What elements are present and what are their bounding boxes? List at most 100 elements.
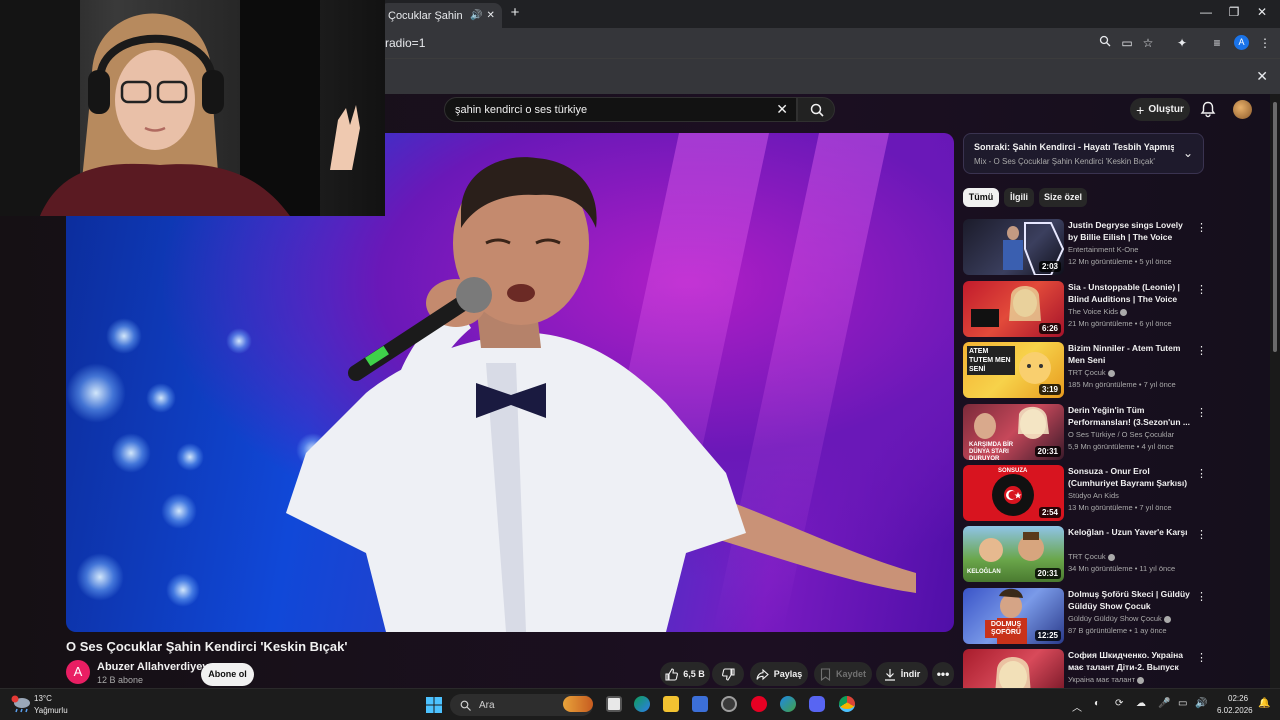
onedrive-icon[interactable]: ☁ [1136,698,1146,709]
search-highlight-icon[interactable] [563,696,593,712]
cast-icon[interactable]: ▭ [1119,35,1135,51]
recommendation-item[interactable]: 2:03 Justin Degryse sings Lovely by Bill… [963,219,1213,275]
scrollbar-thumb[interactable] [1273,102,1277,352]
upload-age: 7 yıl önce [1143,380,1176,389]
microphone-icon[interactable]: 🎤 [1158,698,1170,709]
volume-icon[interactable]: 🔊 [1195,698,1207,709]
search-icon [460,700,471,711]
save-label: Kaydet [835,669,866,679]
like-button[interactable]: 6,5 B [660,662,710,686]
dislike-button[interactable] [712,662,744,686]
tray-chevron-icon[interactable]: ︿ [1072,699,1082,714]
verified-icon [1120,308,1128,316]
notification-center-icon[interactable]: 🔔 [1258,698,1270,709]
video-thumbnail[interactable]: 2:03 [963,219,1064,275]
share-button[interactable]: Paylaş [750,662,808,686]
verified-icon [1137,676,1144,684]
chip-for-you[interactable]: Size özel [1039,188,1087,207]
search-input[interactable]: şahin kendirci o ses türkiye ✕ [444,97,797,122]
bookmark-star-icon[interactable]: ☆ [1140,35,1156,51]
browser-profile-avatar[interactable]: A [1234,35,1249,50]
clock-time[interactable]: 02:26 [1228,694,1248,703]
file-explorer-icon[interactable] [663,696,679,712]
recommendation-item[interactable]: KARŞIMDA BİR DÜNYA STARI DURUYOR 20:31 D… [963,404,1213,460]
more-options-icon[interactable]: ⋮ [1196,590,1207,603]
up-next-mix[interactable]: Sonraki: Şahin Kendirci - Hayatı Tesbih … [963,133,1204,174]
more-options-icon[interactable]: ⋮ [1196,406,1207,419]
video-thumbnail[interactable]: ATEM TUTEM MEN SENİ 3:19 [963,342,1064,398]
plus-icon: + [1136,101,1145,118]
speaker-icon[interactable]: 🔊 [470,10,482,21]
more-options-icon[interactable]: ⋮ [1196,221,1207,234]
more-options-icon[interactable]: ⋮ [1196,467,1207,480]
chevron-down-icon[interactable]: ⌄ [1183,146,1193,160]
discord-icon[interactable] [809,696,825,712]
recommendation-item[interactable]: 6:26 Sia - Unstoppable (Leonie) | Blind … [963,281,1213,337]
close-window-icon[interactable]: ✕ [1252,5,1272,19]
recommendation-title: София Шкидченко. Украіна має талант Діти… [1068,650,1183,672]
channel-label: TRT Çocuk [1068,552,1106,561]
view-count: 87 B görüntüleme [1068,626,1128,635]
pinterest-icon[interactable] [751,696,767,712]
url-field[interactable]: radio=1 [385,36,425,50]
subscribe-button[interactable]: Abone ol [201,663,254,686]
channel-name[interactable]: Abuzer Allahverdiyev [97,661,208,673]
task-view-icon[interactable] [606,696,622,712]
recommendation-item[interactable]: DOLMUŞ ŞOFÖRÜ 12:25 Dolmuş Şoförü Skeci … [963,588,1213,644]
minimize-icon[interactable]: — [1196,5,1216,19]
video-duration: 20:31 [1034,446,1061,457]
browser-menu-icon[interactable]: ⋮ [1257,35,1273,51]
more-options-icon[interactable]: ⋮ [1196,283,1207,296]
chip-all[interactable]: Tümü [963,188,999,207]
more-options-icon[interactable]: ⋮ [1196,344,1207,357]
save-button[interactable]: Kaydet [814,662,872,686]
recommendation-item[interactable]: София Шкидченко. Украіна має талант Діти… [963,649,1213,688]
page-scrollbar[interactable] [1270,94,1280,688]
channel-avatar[interactable]: A [66,660,90,684]
chip-related[interactable]: İlgili [1004,188,1034,207]
video-thumbnail[interactable]: 6:26 [963,281,1064,337]
notifications-bell-icon[interactable] [1200,101,1216,118]
more-actions-icon[interactable]: ••• [932,662,954,686]
video-thumbnail[interactable] [963,649,1064,688]
recommendation-item[interactable]: SONSUZA 2:54 Sonsuza - Onur Erol (Cumhur… [963,465,1213,521]
video-thumbnail[interactable]: KARŞIMDA BİR DÜNYA STARI DURUYOR 20:31 [963,404,1064,460]
tray-sync-icon[interactable]: ⟳ [1115,698,1123,709]
windows-start-icon[interactable] [426,697,442,713]
chrome-icon[interactable] [839,696,855,712]
recommendation-meta: 34 Mn görüntüleme • 11 yıl önce [1068,564,1176,573]
more-options-icon[interactable]: ⋮ [1196,528,1207,541]
search-button[interactable] [797,97,835,122]
recommendation-channel: The Voice Kids [1068,307,1128,316]
create-label: Oluştur [1148,104,1184,115]
recommendation-item[interactable]: KELOĞLAN 20:31 Keloğlan - Uzun Yaver'e K… [963,526,1213,582]
network-icon[interactable]: ▭ [1178,698,1187,709]
clear-search-icon[interactable]: ✕ [776,101,788,118]
video-thumbnail[interactable]: DOLMUŞ ŞOFÖRÜ 12:25 [963,588,1064,644]
recommendation-channel: Güldüy Güldüy Show Çocuk [1068,614,1171,623]
new-tab-button[interactable]: + [506,4,524,22]
extensions-icon[interactable]: ✦ [1174,35,1190,51]
video-thumbnail[interactable]: KELOĞLAN 20:31 [963,526,1064,582]
clock-date[interactable]: 6.02.2026 [1217,706,1253,715]
microsoft-store-icon[interactable] [692,696,708,712]
more-options-icon[interactable]: ⋮ [1196,651,1207,664]
close-tab-icon[interactable]: ✕ [486,10,494,21]
maximize-icon[interactable]: ❐ [1224,5,1244,19]
edge-browser-icon[interactable] [634,696,650,712]
tray-app-icon[interactable]: ◐ [1094,698,1100,709]
video-thumbnail[interactable]: SONSUZA 2:54 [963,465,1064,521]
channel-label: TRT Çocuk [1068,368,1106,377]
recommendation-item[interactable]: ATEM TUTEM MEN SENİ 3:19 Bizim Ninniler … [963,342,1213,398]
create-button[interactable]: + Oluştur [1130,98,1190,121]
up-next-subtitle: Mix - O Ses Çocuklar Şahin Kendirci 'Kes… [974,157,1155,166]
download-button[interactable]: İndir [876,662,928,686]
user-avatar[interactable] [1233,100,1252,119]
weather-rain-icon[interactable] [11,695,31,713]
zoom-icon[interactable] [1097,35,1113,51]
browser-tab[interactable]: Çocuklar Şahin Kendi 🔊 ✕ [380,3,502,28]
globe-app-icon[interactable] [780,696,796,712]
reading-list-icon[interactable]: ≡ [1209,35,1225,51]
app-icon[interactable] [721,696,737,712]
infobar-close-icon[interactable]: ✕ [1256,68,1268,85]
